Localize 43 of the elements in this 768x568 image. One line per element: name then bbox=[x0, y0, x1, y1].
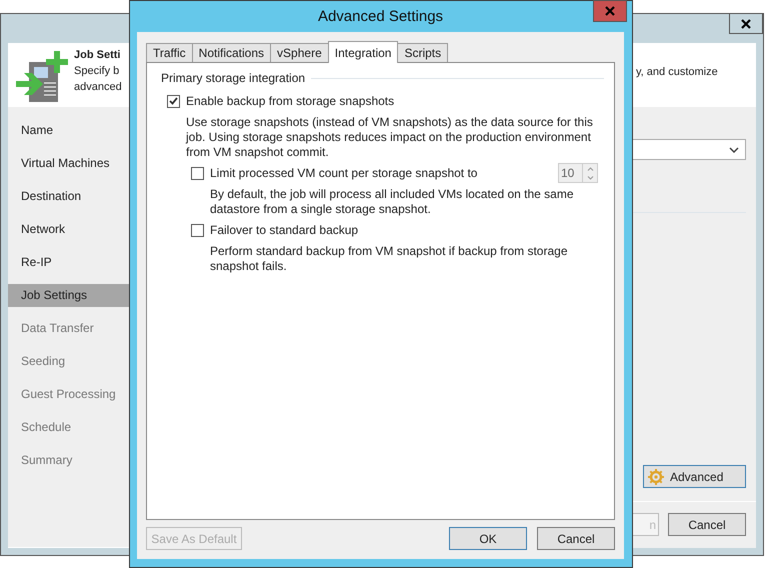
wizard-step[interactable]: Network bbox=[8, 218, 129, 241]
wizard-step[interactable]: Name bbox=[8, 119, 129, 142]
option-label: Limit processed VM count per storage snapshot to bbox=[210, 166, 478, 180]
option-description: By default, the job will process all included VMs located on the same datastore from a single storage snapshot. bbox=[210, 187, 575, 217]
gear-icon bbox=[648, 468, 664, 484]
tab[interactable]: Notifications bbox=[192, 43, 272, 62]
wizard-step[interactable]: Virtual Machines bbox=[8, 152, 129, 175]
wizard-step[interactable]: Data Transfer bbox=[8, 317, 129, 340]
wizard-step[interactable]: Summary bbox=[8, 449, 129, 472]
close-icon bbox=[741, 18, 751, 28]
tab[interactable]: Traffic bbox=[146, 43, 193, 62]
header-description: Specify b bbox=[74, 64, 120, 79]
wizard-step[interactable]: Job Settings bbox=[8, 284, 129, 307]
wizard-step[interactable]: Destination bbox=[8, 185, 129, 208]
checkbox[interactable] bbox=[191, 224, 204, 236]
number-spinner[interactable]: 10 bbox=[558, 163, 598, 183]
group-title: Primary storage integration bbox=[161, 71, 306, 85]
ok-button[interactable]: OK bbox=[449, 527, 527, 550]
option-description: Use storage snapshots (instead of VM snapshots) as the data source for this job. Using storage snapshots reduces impact on the production environment from VM snapshot commit. bbox=[186, 115, 594, 160]
job-settings-icon bbox=[16, 51, 68, 103]
wizard-step[interactable]: Guest Processing bbox=[8, 383, 129, 406]
close-icon bbox=[605, 6, 615, 16]
header-description: advanced bbox=[74, 80, 123, 95]
header-title: Job Setti bbox=[74, 48, 122, 63]
close-button[interactable] bbox=[729, 13, 763, 34]
checkmark-icon bbox=[169, 97, 178, 105]
header-description: y, and customize bbox=[636, 66, 718, 78]
checkbox[interactable] bbox=[167, 94, 180, 108]
cancel-button[interactable]: Cancel bbox=[668, 513, 746, 536]
option-label: Enable backup from storage snapshots bbox=[186, 94, 396, 108]
cancel-button[interactable]: Cancel bbox=[537, 527, 615, 550]
tab[interactable]: Scripts bbox=[397, 43, 448, 62]
dialog-title: Advanced Settings bbox=[318, 8, 444, 25]
tab[interactable]: vSphere bbox=[270, 43, 329, 62]
chevron-down-icon bbox=[729, 146, 739, 152]
advanced-button[interactable]: Advanced bbox=[643, 465, 746, 488]
option-description: Perform standard backup from VM snapshot if backup from storage snapshot fails. bbox=[210, 244, 568, 274]
tab[interactable]: Integration bbox=[328, 41, 398, 63]
wizard-step[interactable]: Re-IP bbox=[8, 251, 129, 274]
wizard-step[interactable]: Seeding bbox=[8, 350, 129, 373]
option-label: Failover to standard backup bbox=[210, 223, 360, 237]
checkbox[interactable] bbox=[191, 166, 204, 180]
wizard-step[interactable]: Schedule bbox=[8, 416, 129, 439]
